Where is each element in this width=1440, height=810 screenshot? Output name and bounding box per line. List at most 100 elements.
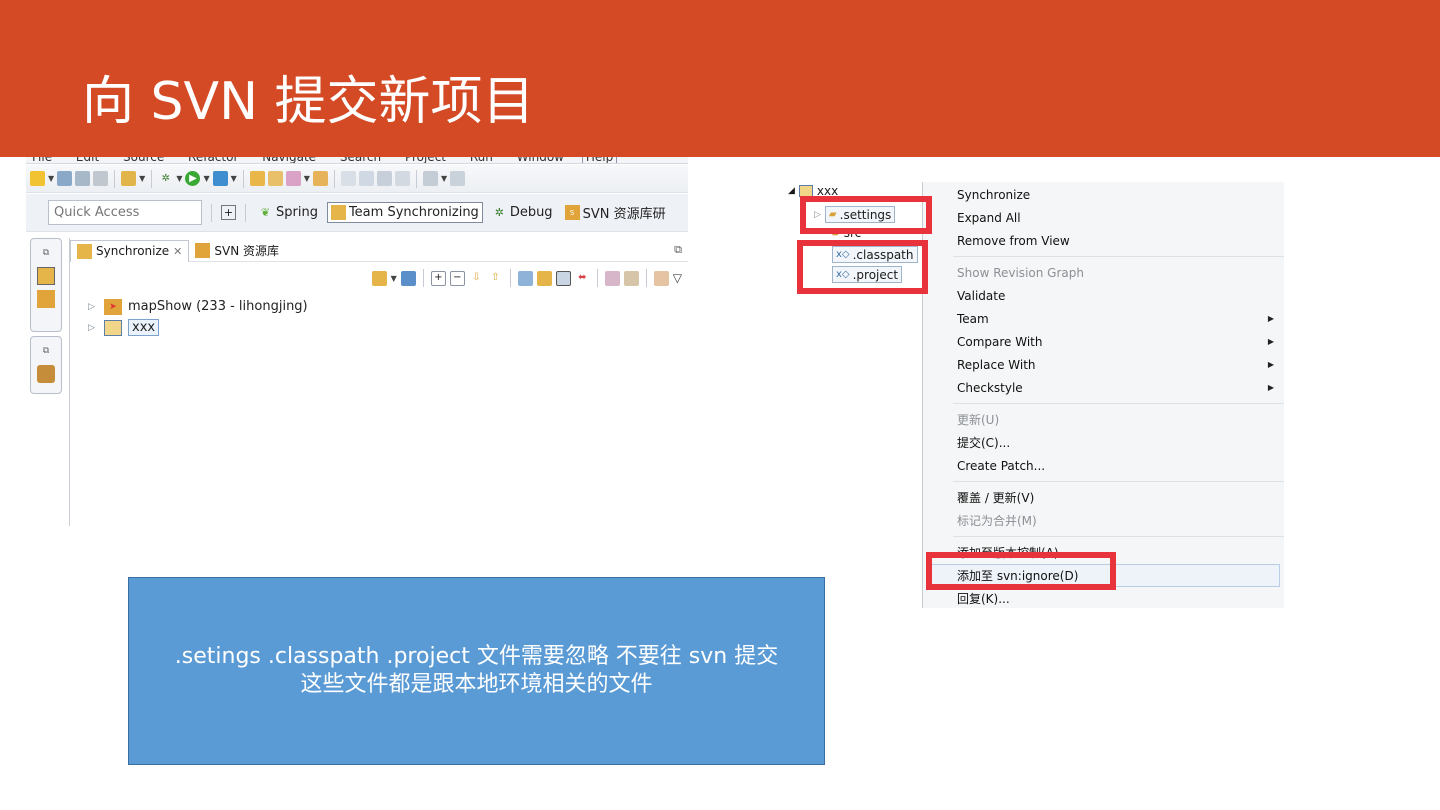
chevron-down-icon[interactable]: ▼ [176, 174, 182, 183]
previous-difference-icon[interactable]: ⇧ [488, 271, 503, 286]
restore-icon[interactable]: ⧉ [37, 244, 55, 262]
pilcrow-icon[interactable] [394, 171, 410, 186]
perspective-spring[interactable]: ❦ Spring [255, 203, 321, 222]
chevron-down-icon[interactable]: ▼ [48, 174, 54, 183]
toolbar-separator [422, 269, 424, 287]
tree-item-label: xxx [128, 319, 160, 336]
external-tools-icon[interactable] [212, 171, 228, 186]
chevron-down-icon[interactable]: ▼ [231, 174, 237, 183]
open-folder-icon[interactable] [249, 171, 265, 186]
next-annotation-icon[interactable] [422, 171, 438, 186]
folder-icon[interactable] [312, 171, 328, 186]
menu-update[interactable]: 更新(U) [923, 408, 1284, 431]
toolbar-separator [415, 169, 417, 188]
outgoing-mode-icon[interactable] [536, 270, 552, 286]
project-outgoing-icon: ➤ [104, 298, 122, 315]
chevron-down-icon[interactable]: ▼ [391, 274, 397, 283]
spring-leaf-icon: ❦ [260, 206, 271, 219]
expand-arrow-icon[interactable]: ▷ [88, 323, 98, 333]
pencil-icon[interactable] [285, 171, 301, 186]
toolbar-separator [114, 169, 116, 188]
expand-arrow-icon[interactable]: ▷ [88, 302, 98, 312]
annotation-icon[interactable] [340, 171, 356, 186]
chevron-down-icon[interactable]: ▼ [441, 174, 447, 183]
show-changes-icon[interactable] [653, 270, 669, 286]
menu-show-revision-graph[interactable]: Show Revision Graph [923, 261, 1284, 284]
menu-checkstyle[interactable]: Checkstyle ▶ [923, 376, 1284, 399]
quick-access-input[interactable] [48, 200, 202, 225]
svn-repository-view-icon[interactable] [37, 290, 55, 308]
collapse-all-icon[interactable]: − [449, 270, 465, 286]
block-icon[interactable] [376, 171, 392, 186]
eclipse-screenshot: File Edit Source Refactor Navigate Searc… [26, 150, 688, 526]
project-folder-icon [104, 319, 122, 336]
restore-icon[interactable]: ⧉ [37, 342, 55, 360]
perspective-debug[interactable]: ✲ Debug [489, 203, 556, 222]
perspective-svn[interactable]: S SVN 资源库研 [562, 201, 669, 224]
perspective-spring-label: Spring [276, 205, 318, 220]
chevron-down-icon[interactable]: ▼ [203, 174, 209, 183]
new-icon[interactable] [30, 171, 45, 186]
wand-icon[interactable] [358, 171, 374, 186]
next-difference-icon[interactable]: ⇩ [469, 271, 484, 286]
commit-all-icon[interactable] [623, 270, 639, 286]
menu-separator [953, 536, 1284, 537]
pin-icon[interactable] [400, 270, 416, 286]
both-modes-icon[interactable] [555, 270, 571, 286]
perspective-debug-label: Debug [509, 205, 553, 220]
close-icon[interactable]: ✕ [173, 245, 182, 258]
menu-commit[interactable]: 提交(C)... [923, 431, 1284, 454]
highlight-settings [800, 196, 932, 234]
tree-item-xxx[interactable]: ▷ xxx [88, 317, 308, 338]
chevron-down-icon[interactable]: ▼ [304, 174, 310, 183]
perspective-bar: + ❦ Spring Team Synchronizing ✲ Debug S … [26, 194, 688, 232]
tab-synchronize[interactable]: Synchronize ✕ [70, 239, 190, 262]
menu-remove-from-view[interactable]: Remove from View [923, 229, 1284, 252]
menu-validate[interactable]: Validate [923, 284, 1284, 307]
perspective-team-synchronizing[interactable]: Team Synchronizing [326, 202, 483, 223]
submenu-arrow-icon: ▶ [1267, 383, 1274, 392]
debug-icon[interactable]: ✲ [158, 171, 173, 186]
tab-synchronize-label: Synchronize [96, 244, 170, 258]
save-all-icon[interactable] [75, 171, 91, 186]
toolbar-separator [509, 269, 511, 287]
run-icon[interactable]: ▶ [185, 171, 201, 186]
toolbar-separator [333, 169, 335, 188]
menu-synchronize[interactable]: Synchronize [923, 183, 1284, 206]
open-perspective-icon[interactable]: + [221, 205, 236, 220]
conflicts-mode-icon[interactable]: ⬌ [575, 271, 590, 286]
menu-expand-all[interactable]: Expand All [923, 206, 1284, 229]
menu-replace-with[interactable]: Replace With ▶ [923, 353, 1284, 376]
sync-icon[interactable] [121, 171, 137, 186]
incoming-mode-icon[interactable] [517, 270, 533, 286]
menu-revert[interactable]: 回复(K)... [923, 587, 1284, 608]
minimize-icon[interactable]: ⧉ [674, 243, 682, 257]
menu-separator [953, 403, 1284, 404]
context-menu: Synchronize Expand All Remove from View … [922, 182, 1284, 608]
synchronize-tree: ▷ ➤ mapShow (233 - lihongjing) ▷ xxx [88, 296, 308, 338]
open-type-icon[interactable] [267, 171, 283, 186]
toolbar-separator [151, 169, 153, 188]
menu-override-update[interactable]: 覆盖 / 更新(V) [923, 486, 1284, 509]
back-icon[interactable] [450, 171, 466, 186]
slide-title: 向 SVN 提交新项目 [82, 72, 535, 132]
menu-compare-with[interactable]: Compare With ▶ [923, 330, 1284, 353]
tree-item-mapshow[interactable]: ▷ ➤ mapShow (233 - lihongjing) [88, 296, 308, 317]
view-menu-icon[interactable]: ▽ [673, 271, 682, 285]
highlight-classpath-project [797, 240, 928, 294]
print-icon[interactable] [93, 171, 109, 186]
menu-mark-merged[interactable]: 标记为合并(M) [923, 509, 1284, 532]
save-icon[interactable] [57, 171, 73, 186]
note-line-1: .setings .classpath .project 文件需要忽略 不要往 … [174, 644, 779, 669]
update-all-icon[interactable] [604, 270, 620, 286]
tab-svn-repository[interactable]: SVN 资源库 [189, 240, 285, 262]
toolbar-separator [245, 203, 246, 222]
expand-all-icon[interactable]: + [430, 270, 446, 286]
menu-team[interactable]: Team ▶ [923, 307, 1284, 330]
collapse-arrow-icon[interactable]: ◢ [788, 186, 795, 196]
chevron-down-icon[interactable]: ▼ [139, 174, 145, 183]
menu-create-patch[interactable]: Create Patch... [923, 454, 1284, 477]
history-view-icon[interactable] [37, 365, 55, 383]
synchronize-icon[interactable] [371, 270, 387, 286]
synchronize-view-icon[interactable] [37, 267, 55, 285]
